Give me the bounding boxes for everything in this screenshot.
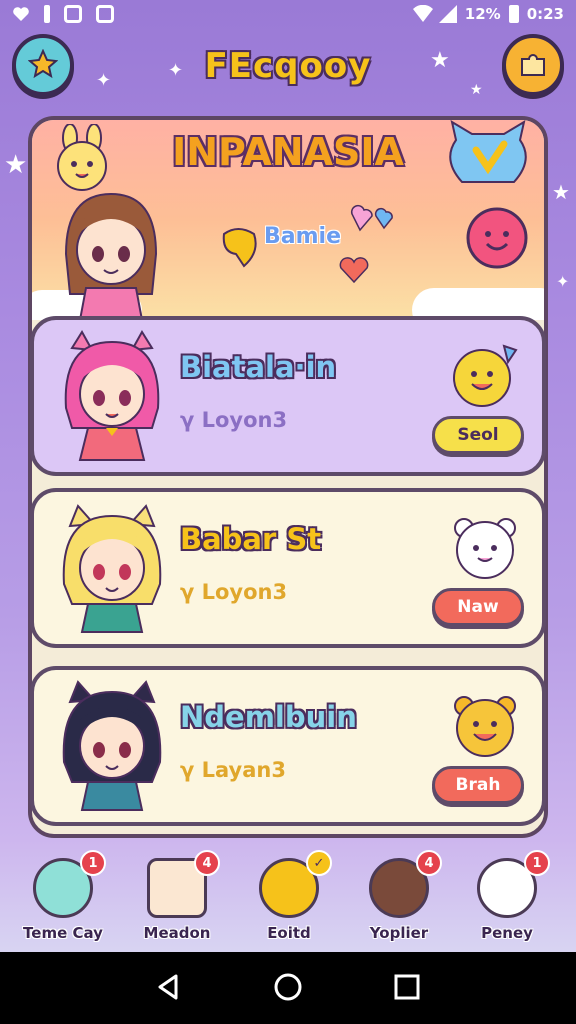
bottom-nav: 1 Teme Cay 4 Meadon ✓ Eoitd 4 Yoplier 1 … xyxy=(0,840,576,950)
heart-icon xyxy=(338,256,370,288)
card-name: Babar St xyxy=(180,522,322,556)
nav-label: Meadon xyxy=(143,924,211,942)
home-icon xyxy=(273,973,303,1005)
yellow-smiley-mascot-icon xyxy=(450,340,520,410)
nav-item-teme-cay[interactable]: 1 Teme Cay xyxy=(8,850,118,950)
top-bar: FEcqooy xyxy=(0,34,576,100)
notification-badge: 4 xyxy=(194,850,220,876)
white-bear-mascot-icon xyxy=(450,512,520,582)
heart-icon xyxy=(350,202,394,236)
notification-badge: ✓ xyxy=(306,850,332,876)
home-button[interactable] xyxy=(268,968,308,1008)
character-card[interactable]: Babar St γ Loyon3 Naw xyxy=(30,488,546,648)
nav-item-eoitd[interactable]: ✓ Eoitd xyxy=(234,850,344,950)
star-icon: ✦ xyxy=(556,272,570,291)
status-bar: 12% 0:23 xyxy=(0,0,576,28)
card-action-button[interactable]: Naw xyxy=(432,588,524,626)
app-icon xyxy=(96,5,114,23)
battery-icon xyxy=(508,5,519,23)
puzzle-icon xyxy=(518,49,548,82)
pink-smiley-icon xyxy=(465,207,529,273)
star-icon: ★ xyxy=(552,180,570,204)
nav-item-meadon[interactable]: 4 Meadon xyxy=(122,850,232,950)
banner-label: Bamie xyxy=(264,224,341,249)
system-nav-bar xyxy=(0,952,576,1024)
character-card[interactable]: Ndemlbuin γ Layan3 Brah xyxy=(30,666,546,826)
character-card[interactable]: Biatala·in γ Loyon3 Seol xyxy=(30,316,546,476)
pink-smiley-button[interactable] xyxy=(464,206,530,272)
lemon-icon xyxy=(218,224,260,274)
nav-item-yoplier[interactable]: 4 Yoplier xyxy=(344,850,454,950)
card-action-button[interactable]: Seol xyxy=(432,416,524,454)
status-icons-right: 12% 0:23 xyxy=(412,4,564,23)
orange-bear-mascot-icon xyxy=(450,690,520,760)
blue-cat-heart-button[interactable] xyxy=(440,120,536,194)
card-subtitle: γ Layan3 xyxy=(180,758,286,782)
battery-text: 12% xyxy=(464,5,501,23)
card-subtitle: γ Loyon3 xyxy=(180,580,288,604)
back-button[interactable] xyxy=(149,968,189,1008)
puzzle-button[interactable] xyxy=(502,34,564,96)
nav-item-peney[interactable]: 1 Peney xyxy=(452,850,562,950)
app-title: FEcqooy xyxy=(204,46,372,86)
card-name: Ndemlbuin xyxy=(180,700,357,734)
nav-label: Teme Cay xyxy=(23,924,103,942)
notification-icon xyxy=(64,5,82,23)
card-action-button[interactable]: Brah xyxy=(432,766,524,804)
star-icon: ★ xyxy=(4,150,28,180)
nav-label: Eoitd xyxy=(267,924,311,942)
sim-icon xyxy=(44,5,50,23)
nav-label: Yoplier xyxy=(369,924,429,942)
heart-icon xyxy=(12,5,30,23)
girl-character-avatar xyxy=(56,184,166,320)
blue-cat-heart-icon xyxy=(442,120,534,195)
status-icons-left xyxy=(12,5,114,23)
back-icon xyxy=(154,974,184,1005)
blonde-cat-girl-avatar xyxy=(52,500,172,640)
nav-label: Peney xyxy=(481,924,533,942)
recents-icon xyxy=(392,974,422,1005)
card-name: Biatala·in xyxy=(180,350,337,384)
recents-button[interactable] xyxy=(387,968,427,1008)
wifi-icon xyxy=(412,4,433,23)
notification-badge: 4 xyxy=(416,850,442,876)
notification-badge: 1 xyxy=(524,850,550,876)
banner: INPANASIA Bamie xyxy=(32,120,544,320)
clock: 0:23 xyxy=(526,5,564,23)
card-subtitle: γ Loyon3 xyxy=(180,408,288,432)
dark-hair-cat-girl-avatar xyxy=(52,678,172,818)
notification-badge: 1 xyxy=(80,850,106,876)
signal-icon xyxy=(438,5,457,23)
pink-hair-girl-avatar xyxy=(52,328,172,468)
